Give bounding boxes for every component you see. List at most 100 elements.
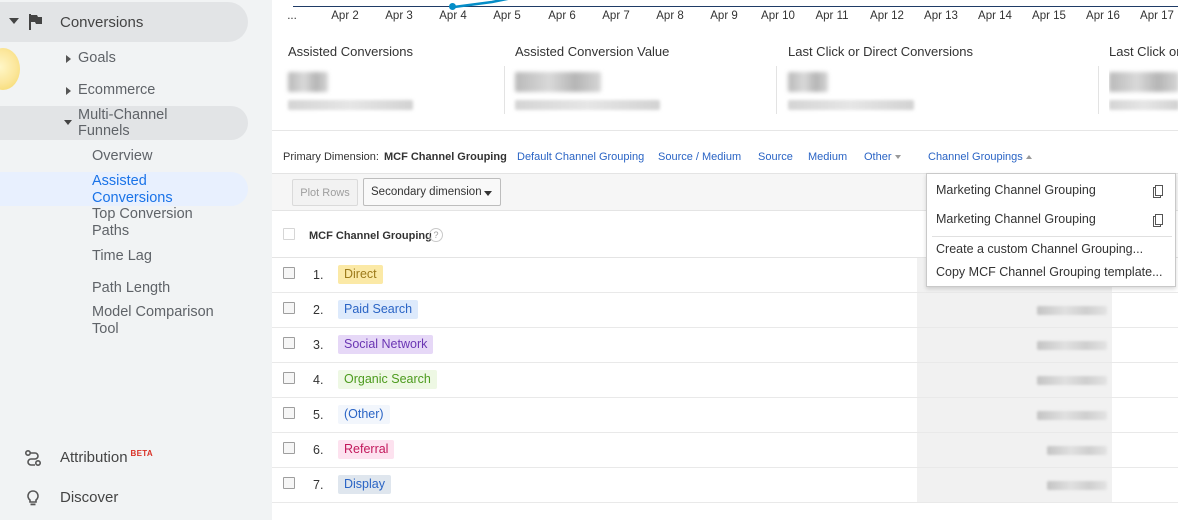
- flag-icon: [29, 14, 42, 30]
- table-row[interactable]: 7. Display: [272, 468, 1178, 503]
- scorecard-assisted-conversions[interactable]: Assisted Conversions: [288, 44, 505, 120]
- scorecard-last-click-value[interactable]: Last Click or: [1109, 44, 1178, 120]
- scorecard-divider: [504, 66, 505, 114]
- help-icon[interactable]: ?: [429, 228, 443, 242]
- chart-x-tick: Apr 5: [493, 10, 521, 22]
- row-index: 5.: [313, 408, 324, 422]
- dimension-link-channel-groupings[interactable]: Channel Groupings: [928, 151, 1032, 163]
- sidebar-item-ecommerce[interactable]: Ecommerce: [60, 82, 250, 100]
- row-index: 2.: [313, 303, 324, 317]
- scorecard-subvalue-redacted: [288, 100, 413, 110]
- chart-x-tick: Apr 6: [548, 10, 576, 22]
- scorecard-assisted-conversion-value[interactable]: Assisted Conversion Value: [515, 44, 777, 120]
- chart-x-tick: Apr 8: [656, 10, 684, 22]
- scorecard-subvalue-redacted: [1109, 100, 1178, 110]
- dimension-link-default-channel-grouping[interactable]: Default Channel Grouping: [517, 151, 644, 163]
- sidebar-item-conversions[interactable]: Conversions: [0, 2, 248, 42]
- chart-x-tick: Apr 16: [1086, 10, 1120, 22]
- column-header-mcf-channel-grouping[interactable]: MCF Channel Grouping: [309, 230, 432, 242]
- sidebar-item-assisted-conversions[interactable]: Assisted Conversions: [0, 172, 248, 206]
- dropdown-item-marketing-channel-grouping[interactable]: Marketing Channel Grouping: [936, 212, 1096, 226]
- sidebar-item-label: Assisted Conversions: [92, 173, 173, 206]
- sidebar-item-label: Discover: [60, 489, 119, 506]
- channel-label[interactable]: Social Network: [338, 335, 434, 354]
- scorecard-title: Last Click or Direct Conversions: [788, 44, 973, 59]
- row-checkbox[interactable]: [283, 407, 295, 419]
- metric-value-redacted: [1037, 376, 1107, 385]
- sidebar-item-discover[interactable]: Discover: [0, 483, 272, 513]
- channel-label[interactable]: Paid Search: [338, 300, 419, 319]
- chart-x-tick: Apr 17: [1140, 10, 1174, 22]
- table-row[interactable]: 3. Social Network: [272, 328, 1178, 363]
- chart-x-tick: Apr 14: [978, 10, 1012, 22]
- sidebar-item-path-length[interactable]: Path Length: [92, 280, 170, 297]
- chart-x-tick: Apr 10: [761, 10, 795, 22]
- select-all-checkbox[interactable]: [283, 228, 295, 240]
- dropdown-item-marketing-channel-grouping[interactable]: Marketing Channel Grouping: [936, 183, 1096, 197]
- beta-badge: BETA: [130, 449, 153, 458]
- row-checkbox[interactable]: [283, 302, 295, 314]
- scorecard-title: Last Click or: [1109, 44, 1178, 59]
- primary-dimension-bar: Primary Dimension: MCF Channel Grouping: [283, 151, 507, 163]
- dimension-link-source-medium[interactable]: Source / Medium: [658, 151, 741, 163]
- sidebar-item-label: Attribution BETA: [60, 449, 153, 466]
- chart-x-tick: ...: [287, 10, 297, 22]
- sidebar-item-multi-channel-funnels[interactable]: Multi-Channel Funnels: [0, 106, 248, 140]
- dimension-link-other[interactable]: Other: [864, 151, 901, 163]
- sidebar-item-goals[interactable]: Goals: [60, 50, 250, 68]
- sidebar-item-overview[interactable]: Overview: [92, 148, 152, 165]
- caret-down-icon: [484, 191, 492, 196]
- row-checkbox[interactable]: [283, 267, 295, 279]
- sidebar-item-attribution[interactable]: Attribution BETA: [0, 443, 272, 473]
- row-checkbox[interactable]: [283, 442, 295, 454]
- scorecard-divider: [1098, 66, 1099, 114]
- secondary-dimension-label: Secondary dimension: [371, 186, 482, 198]
- channel-label[interactable]: Organic Search: [338, 370, 437, 389]
- secondary-dimension-select[interactable]: Secondary dimension: [363, 178, 501, 206]
- chart-data-point[interactable]: [449, 3, 456, 10]
- channel-label[interactable]: Referral: [338, 440, 395, 459]
- row-index: 6.: [313, 443, 324, 457]
- dropdown-item-create-custom-grouping[interactable]: Create a custom Channel Grouping...: [936, 242, 1143, 256]
- channel-label[interactable]: (Other): [338, 405, 390, 424]
- caret-right-icon: [66, 55, 71, 63]
- table-row[interactable]: 4. Organic Search: [272, 363, 1178, 398]
- dimension-link-medium[interactable]: Medium: [808, 151, 847, 163]
- dimension-link-source[interactable]: Source: [758, 151, 793, 163]
- tooltip-bulb-glow: [0, 48, 20, 90]
- scorecard-last-click-conversions[interactable]: Last Click or Direct Conversions: [788, 44, 1099, 120]
- scorecard-subvalue-redacted: [788, 100, 914, 110]
- copy-icon[interactable]: [1153, 185, 1163, 198]
- chart-series-line: [453, 0, 509, 9]
- row-checkbox[interactable]: [283, 372, 295, 384]
- channel-label[interactable]: Display: [338, 475, 391, 494]
- caret-down-icon: [894, 155, 901, 160]
- caret-down-icon: [9, 18, 19, 24]
- row-checkbox[interactable]: [283, 477, 295, 489]
- metric-value-redacted: [1037, 341, 1107, 350]
- chart-x-tick: Apr 4: [439, 10, 467, 22]
- dropdown-item-copy-template[interactable]: Copy MCF Channel Grouping template...: [936, 265, 1163, 279]
- sidebar-item-top-conversion-paths[interactable]: Top Conversion Paths: [92, 206, 212, 240]
- scorecard-title: Assisted Conversion Value: [515, 44, 670, 59]
- row-index: 3.: [313, 338, 324, 352]
- chart-x-tick: Apr 3: [385, 10, 413, 22]
- sidebar-item-model-comparison-tool[interactable]: Model Comparison Tool: [92, 304, 222, 338]
- plot-rows-button[interactable]: Plot Rows: [292, 179, 358, 206]
- sidebar-item-time-lag[interactable]: Time Lag: [92, 248, 152, 265]
- primary-dimension-current: MCF Channel Grouping: [383, 151, 507, 163]
- attribution-icon: [24, 449, 42, 467]
- metric-value-redacted: [1037, 411, 1107, 420]
- channel-label[interactable]: Direct: [338, 265, 383, 284]
- copy-icon[interactable]: [1153, 214, 1163, 227]
- chart-x-tick: Apr 11: [815, 10, 849, 22]
- row-checkbox[interactable]: [283, 337, 295, 349]
- row-index: 1.: [313, 268, 324, 282]
- caret-right-icon: [66, 87, 71, 95]
- row-index: 4.: [313, 373, 324, 387]
- sidebar-item-label: Multi-Channel Funnels: [78, 107, 168, 139]
- scorecard-divider: [776, 66, 777, 114]
- table-row[interactable]: 5. (Other): [272, 398, 1178, 433]
- table-row[interactable]: 2. Paid Search: [272, 293, 1178, 328]
- table-row[interactable]: 6. Referral: [272, 433, 1178, 468]
